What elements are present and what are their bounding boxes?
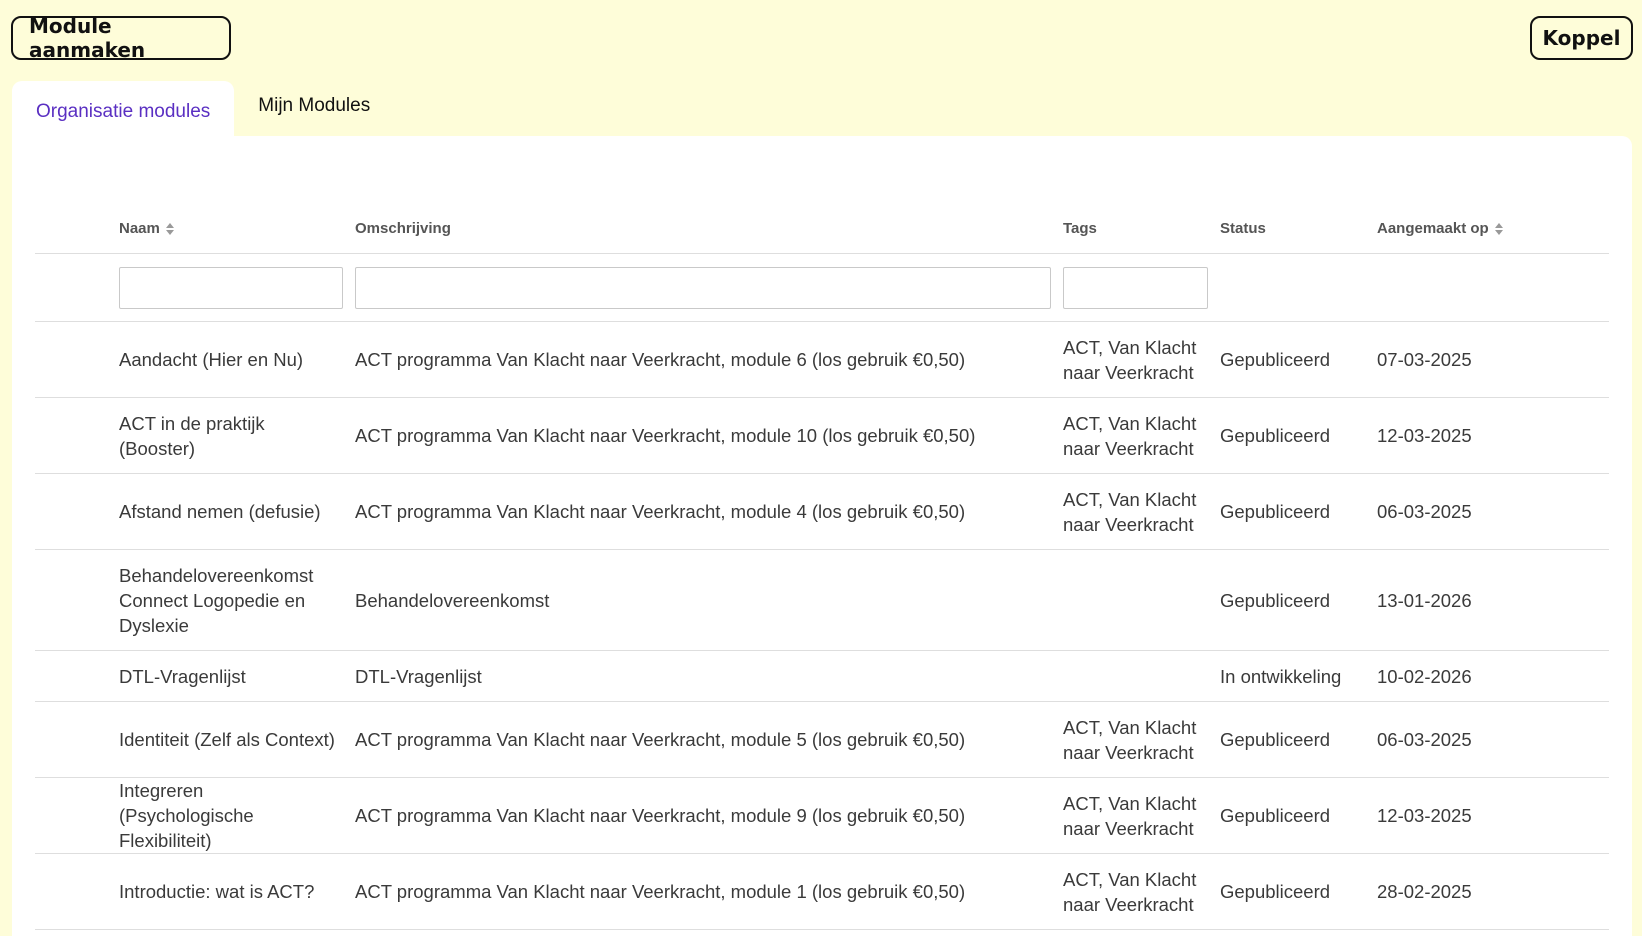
module-created-date: 10-02-2026	[1377, 665, 1472, 687]
column-header-name-label: Naam	[119, 220, 160, 237]
module-name: Identiteit (Zelf als Context)	[119, 729, 335, 750]
module-created-date: 28-02-2025	[1377, 881, 1472, 902]
column-header-tags: Tags	[1063, 220, 1097, 237]
module-name: ACT in de praktijk (Booster)	[119, 412, 265, 459]
module-description: ACT programma Van Klacht naar Veerkracht…	[355, 501, 966, 522]
module-description: ACT programma Van Klacht naar Veerkracht…	[355, 425, 976, 446]
sort-icon[interactable]	[165, 222, 174, 235]
module-status: Gepubliceerd	[1220, 425, 1331, 446]
filter-row	[35, 254, 1609, 322]
module-tags: ACT, Van Klacht naar Veerkracht	[1063, 868, 1197, 915]
module-created-date: 12-03-2025	[1377, 425, 1472, 446]
column-header-description: Omschrijving	[355, 220, 451, 237]
module-name: Introductie: wat is ACT?	[119, 881, 315, 902]
module-description: ACT programma Van Klacht naar Veerkracht…	[355, 805, 966, 826]
module-status: Gepubliceerd	[1220, 349, 1331, 370]
module-status: Gepubliceerd	[1220, 589, 1331, 611]
module-status: Gepubliceerd	[1220, 881, 1331, 902]
module-status: In ontwikkeling	[1220, 665, 1342, 687]
module-description: DTL-Vragenlijst	[355, 665, 482, 687]
module-name: DTL-Vragenlijst	[119, 665, 246, 687]
module-created-date: 06-03-2025	[1377, 501, 1472, 522]
tab-bar: Organisatie modules Mijn Modules	[12, 81, 394, 137]
module-name: Integreren (Psychologische Flexibiliteit…	[119, 780, 254, 851]
table-row[interactable]: ACT in de praktijk (Booster) ACT program…	[35, 398, 1609, 474]
description-filter-input[interactable]	[355, 266, 1051, 309]
modules-panel: Naam Omschrijving Tags Status Aangemaakt…	[12, 136, 1632, 936]
tags-filter-input[interactable]	[1063, 266, 1208, 309]
module-name: Behandelovereenkomst Connect Logopedie e…	[119, 564, 314, 636]
link-button[interactable]: Koppel	[1530, 16, 1633, 60]
table-row[interactable]: Integreren (Psychologische Flexibiliteit…	[35, 778, 1609, 854]
module-tags: ACT, Van Klacht naar Veerkracht	[1063, 716, 1197, 763]
module-description: ACT programma Van Klacht naar Veerkracht…	[355, 729, 966, 750]
table-row[interactable]: DTL-Vragenlijst DTL-Vragenlijst In ontwi…	[35, 651, 1609, 702]
module-created-date: 12-03-2025	[1377, 805, 1472, 826]
table-header: Naam Omschrijving Tags Status Aangemaakt…	[35, 204, 1609, 254]
module-created-date: 06-03-2025	[1377, 729, 1472, 750]
column-header-created-label: Aangemaakt op	[1377, 220, 1489, 237]
module-status: Gepubliceerd	[1220, 501, 1331, 522]
filter-cell-tags	[1063, 266, 1220, 309]
tab-organisation-modules[interactable]: Organisatie modules	[12, 81, 235, 137]
filter-cell-name	[119, 266, 355, 309]
module-name: Afstand nemen (defusie)	[119, 501, 321, 522]
table-row[interactable]: Identiteit (Zelf als Context) ACT progra…	[35, 702, 1609, 778]
tab-my-modules[interactable]: Mijn Modules	[234, 81, 394, 137]
module-name: Aandacht (Hier en Nu)	[119, 349, 304, 370]
module-created-date: 13-01-2026	[1377, 589, 1472, 611]
module-status: Gepubliceerd	[1220, 729, 1331, 750]
module-created-date: 07-03-2025	[1377, 349, 1472, 370]
module-tags: ACT, Van Klacht naar Veerkracht	[1063, 488, 1197, 535]
module-tags: ACT, Van Klacht naar Veerkracht	[1063, 336, 1197, 383]
table-row[interactable]: Behandelovereenkomst Connect Logopedie e…	[35, 550, 1609, 651]
module-description: ACT programma Van Klacht naar Veerkracht…	[355, 881, 966, 902]
table-row[interactable]: Aandacht (Hier en Nu) ACT programma Van …	[35, 322, 1609, 398]
column-header-name[interactable]: Naam	[119, 216, 355, 241]
table-row[interactable]: Afstand nemen (defusie) ACT programma Va…	[35, 474, 1609, 550]
sort-icon[interactable]	[1494, 222, 1503, 235]
name-filter-input[interactable]	[119, 266, 343, 309]
module-description: Behandelovereenkomst	[355, 589, 550, 611]
column-header-created[interactable]: Aangemaakt op	[1377, 216, 1609, 241]
table-row[interactable]: Introductie: wat is ACT? ACT programma V…	[35, 854, 1609, 930]
column-header-status: Status	[1220, 220, 1266, 237]
create-module-button[interactable]: Module aanmaken	[11, 14, 231, 62]
module-description: ACT programma Van Klacht naar Veerkracht…	[355, 349, 966, 370]
module-tags: ACT, Van Klacht naar Veerkracht	[1063, 792, 1197, 839]
module-tags: ACT, Van Klacht naar Veerkracht	[1063, 412, 1197, 459]
filter-cell-description	[355, 266, 1063, 309]
modules-table: Naam Omschrijving Tags Status Aangemaakt…	[35, 204, 1609, 930]
module-status: Gepubliceerd	[1220, 805, 1331, 826]
